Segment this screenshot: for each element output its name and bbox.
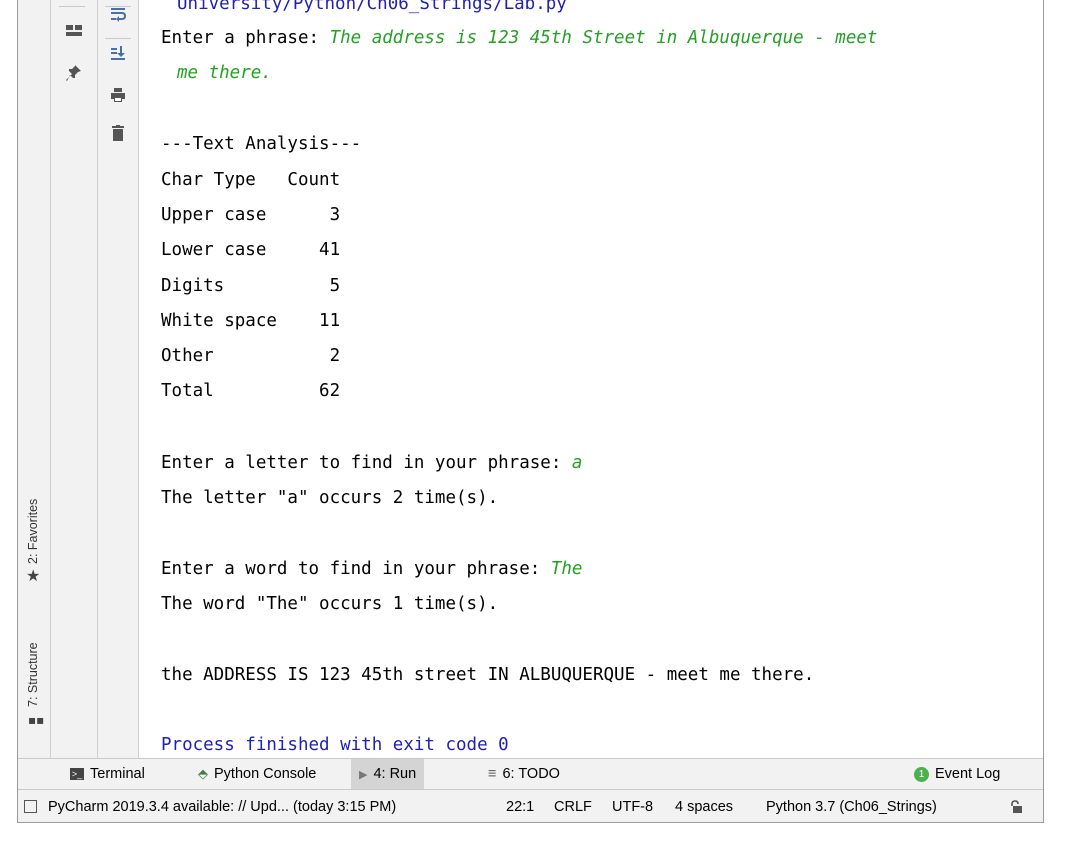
indent-setting[interactable]: 4 spaces (675, 790, 733, 822)
table-header: Char Type Count (161, 170, 341, 190)
table-row: Lower case 41 (161, 240, 341, 260)
result-line: The letter "a" occurs 2 time(s). (161, 488, 499, 508)
todo-tab[interactable]: ≡ 6: TODO (480, 759, 568, 789)
window-icon (24, 800, 37, 813)
pin-icon[interactable] (62, 62, 86, 84)
event-log-tab[interactable]: 1 Event Log (906, 759, 1008, 789)
caret-position[interactable]: 22:1 (506, 790, 534, 822)
user-input: The (550, 559, 583, 579)
pycharm-window: 2: Favorites ★ 7: Structure ▪▪ Universit… (17, 0, 1044, 823)
script-path-link[interactable]: University/Python/Ch06_Strings/Lab.py (177, 0, 567, 15)
todo-tab-label: 6: TODO (502, 766, 560, 782)
print-icon[interactable] (106, 84, 130, 106)
favorites-tab[interactable]: 2: Favorites ★ (18, 462, 50, 592)
update-notification[interactable]: PyCharm 2019.3.4 available: // Upd... (t… (48, 790, 396, 822)
line-separator[interactable]: CRLF (554, 790, 592, 822)
interpreter-selector[interactable]: Python 3.7 (Ch06_Strings) (766, 790, 937, 822)
swapcase-output: the ADDRESS IS 123 45th street IN ALBUQU… (161, 665, 815, 685)
list-icon: ≡ (488, 766, 497, 782)
result-line: The word "The" occurs 1 time(s). (161, 594, 499, 614)
terminal-tab[interactable]: >_ Terminal (62, 759, 153, 789)
run-toolbar-left (51, 0, 98, 758)
tool-window-bar: >_ Terminal ⬘ Python Console ▶ 4: Run ≡ … (18, 758, 1043, 789)
user-input: a (571, 453, 583, 473)
analysis-header: ---Text Analysis--- (161, 134, 362, 154)
run-icon: ▶ (359, 768, 368, 781)
star-icon: ★ (26, 566, 41, 585)
status-bar: PyCharm 2019.3.4 available: // Upd... (t… (18, 789, 1043, 822)
python-icon: ⬘ (198, 766, 208, 781)
console-line-prompt3: Enter a word to find in your phrase: The (161, 558, 582, 580)
file-encoding[interactable]: UTF-8 (612, 790, 653, 822)
python-console-tab[interactable]: ⬘ Python Console (190, 759, 324, 789)
run-console[interactable]: University/Python/Ch06_Strings/Lab.py En… (139, 0, 1043, 758)
structure-tab[interactable]: 7: Structure ▪▪ (18, 615, 50, 745)
event-log-tab-label: Event Log (935, 766, 1001, 782)
user-input: The address is 123 45th Street in Albuqu… (329, 28, 878, 48)
prompt-text: Enter a letter to find in your phrase: (161, 453, 572, 473)
user-input-continuation: me there. (177, 63, 272, 83)
tool-windows-toggle[interactable] (24, 790, 37, 822)
favorites-tab-label: 2: Favorites (26, 498, 40, 564)
console-line-prompt2: Enter a letter to find in your phrase: a (161, 452, 582, 474)
layout-icon[interactable] (62, 20, 86, 42)
console-line-prompt1: Enter a phrase: The address is 123 45th … (161, 27, 877, 49)
lock-icon[interactable] (1010, 790, 1022, 822)
run-tab-label: 4: Run (373, 766, 417, 782)
python-console-tab-label: Python Console (214, 766, 317, 782)
structure-tab-label: 7: Structure (26, 642, 40, 707)
table-row: Upper case 3 (161, 205, 341, 225)
table-row: Digits 5 (161, 276, 341, 296)
left-tool-strip: 2: Favorites ★ 7: Structure ▪▪ (18, 0, 51, 758)
event-log-badge: 1 (914, 766, 929, 782)
toolbar-separator (105, 38, 131, 39)
soft-wrap-icon[interactable] (106, 3, 130, 25)
terminal-icon: >_ (70, 768, 84, 780)
table-row: Other 2 (161, 346, 341, 366)
process-exit-line: Process finished with exit code 0 (161, 735, 509, 755)
run-toolbar-right (98, 0, 139, 758)
table-row: Total 62 (161, 381, 341, 401)
scroll-to-end-icon[interactable] (106, 42, 130, 64)
terminal-tab-label: Terminal (90, 766, 145, 782)
prompt-text: Enter a phrase: (161, 28, 330, 48)
structure-icon: ▪▪ (28, 713, 45, 727)
toolbar-separator (59, 6, 85, 7)
prompt-text: Enter a word to find in your phrase: (161, 559, 551, 579)
table-row: White space 11 (161, 311, 341, 331)
run-tab[interactable]: ▶ 4: Run (351, 759, 425, 789)
trash-icon[interactable] (106, 122, 130, 144)
